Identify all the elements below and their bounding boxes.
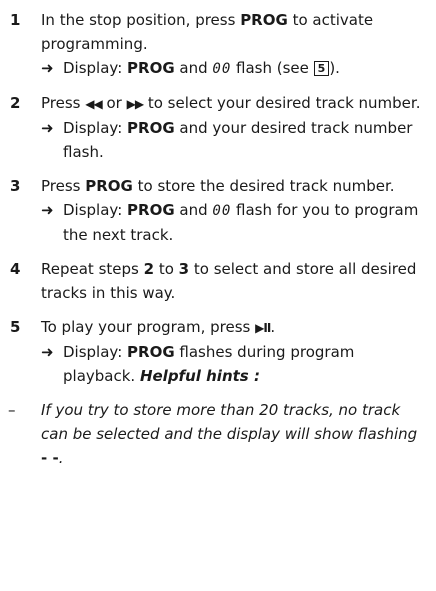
hint-text: . (58, 449, 64, 467)
result-text: ). (329, 59, 340, 77)
step-text: Repeat steps (41, 260, 144, 278)
arrow-icon: ➜ (41, 119, 54, 137)
prog-display-label: PROG (127, 201, 175, 219)
prog-key-label: PROG (85, 177, 133, 195)
result-text: Display: (63, 119, 128, 137)
result-text: Display: (63, 59, 128, 77)
arrow-icon: ➜ (41, 59, 54, 77)
step-result: ➜ Display: PROG and 00 flash (see 5). (41, 56, 428, 81)
next-track-icon: ▶▶ (126, 97, 144, 111)
step-number: 1 (10, 11, 21, 29)
step-number: 2 (10, 94, 21, 112)
manual-page: 1 In the stop position, press PROG to ac… (0, 0, 436, 591)
helpful-hints-title: Helpful hints : (139, 367, 260, 385)
result-text: flash (see (231, 59, 314, 77)
step-reference: 2 (143, 260, 155, 278)
arrow-icon: ➜ (41, 343, 54, 361)
step-result: ➜ Display: PROG and 00 flash for you to … (41, 198, 428, 247)
result-text: Display: (63, 201, 128, 219)
play-pause-icon: ▶II (255, 321, 271, 335)
step-3: 3 Press PROG to store the desired track … (8, 174, 428, 247)
step-number: 4 (10, 260, 21, 278)
step-1: 1 In the stop position, press PROG to ac… (8, 8, 428, 81)
previous-track-icon: ◀◀ (85, 97, 102, 111)
step-text: Press (41, 177, 86, 195)
step-text: In the stop position, press (41, 11, 241, 29)
hint-item: – If you try to store more than 20 track… (8, 398, 428, 470)
step-text: or (101, 94, 127, 112)
step-text: Press (41, 94, 86, 112)
step-result: ➜ Display: PROG flashes during program p… (41, 340, 428, 388)
result-text: and (174, 201, 213, 219)
hint-dash: – (8, 401, 16, 419)
prog-key-label: PROG (240, 11, 288, 29)
result-text: and (174, 59, 213, 77)
step-number: 5 (10, 318, 21, 336)
step-text: to (154, 260, 179, 278)
step-2: 2 Press ◀◀ or ▶▶ to select your desired … (8, 91, 428, 164)
step-5: 5 To play your program, press ▶II. ➜ Dis… (8, 315, 428, 388)
step-text: to select your desired track number. (143, 94, 421, 112)
step-text: to store the desired track number. (132, 177, 395, 195)
prog-display-label: PROG (127, 119, 175, 137)
flashing-dashes-display: - - (41, 449, 59, 467)
segment-display-00: 00 (212, 203, 232, 219)
prog-display-label: PROG (127, 343, 175, 361)
arrow-icon: ➜ (41, 201, 54, 219)
figure-reference-box: 5 (313, 61, 330, 76)
hint-text: If you try to store more than 20 tracks,… (41, 401, 418, 443)
step-reference: 3 (178, 260, 190, 278)
result-text: Display: (63, 343, 128, 361)
segment-display-00: 00 (212, 61, 232, 77)
step-number: 3 (10, 177, 21, 195)
step-4: 4 Repeat steps 2 to 3 to select and stor… (8, 257, 428, 305)
step-result: ➜ Display: PROG and your desired track n… (41, 116, 428, 164)
prog-display-label: PROG (127, 59, 175, 77)
step-text: . (270, 318, 276, 336)
step-text: To play your program, press (41, 318, 256, 336)
